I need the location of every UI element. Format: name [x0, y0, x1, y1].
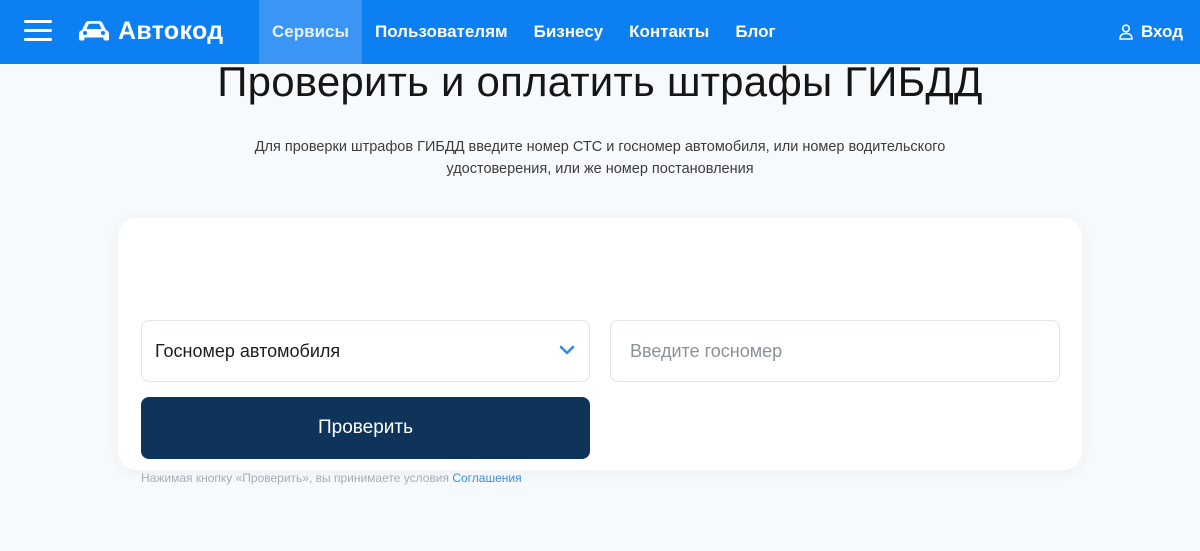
menu-line [24, 38, 52, 41]
nav-item-contacts[interactable]: Контакты [616, 0, 722, 64]
nav-item-blog[interactable]: Блог [722, 0, 788, 64]
search-type-value: Госномер автомобиля [155, 340, 341, 361]
top-navigation-bar: Автокод Сервисы Пользователям Бизнесу Ко… [0, 0, 1200, 64]
page-subtitle: Для проверки штрафов ГИБДД введите номер… [250, 136, 950, 180]
agreement-link[interactable]: Соглашения [452, 471, 521, 485]
plate-number-input[interactable] [610, 320, 1060, 382]
login-label: Вход [1140, 22, 1183, 41]
nav-item-services[interactable]: Сервисы [259, 0, 362, 64]
hamburger-menu-icon[interactable] [24, 20, 52, 42]
subtitle-line: Для проверки штрафов ГИБДД введите номер… [254, 139, 946, 155]
page-title: Проверить и оплатить штрафы ГИБДД [217, 58, 983, 105]
terms-text: Нажимая кнопку «Проверить», вы принимает… [141, 471, 449, 485]
menu-line [24, 20, 52, 23]
user-icon [1119, 24, 1133, 40]
car-icon [79, 21, 109, 41]
menu-line [24, 29, 52, 32]
nav-item-business[interactable]: Бизнесу [521, 0, 617, 64]
brand-name: Автокод [118, 16, 224, 45]
check-button[interactable]: Проверить [141, 397, 590, 459]
nav-item-users[interactable]: Пользователям [362, 0, 521, 64]
main-nav: Сервисы Пользователям Бизнесу Контакты Б… [259, 0, 789, 64]
chevron-down-icon [559, 345, 575, 355]
search-type-select[interactable]: Госномер автомобиля [141, 320, 590, 382]
brand-logo[interactable]: Автокод [78, 14, 223, 48]
login-button[interactable]: Вход [1119, 0, 1183, 64]
terms-notice: Нажимая кнопку «Проверить», вы принимает… [141, 471, 522, 485]
subtitle-line: удостоверения, или же номер постановлени… [446, 161, 754, 177]
